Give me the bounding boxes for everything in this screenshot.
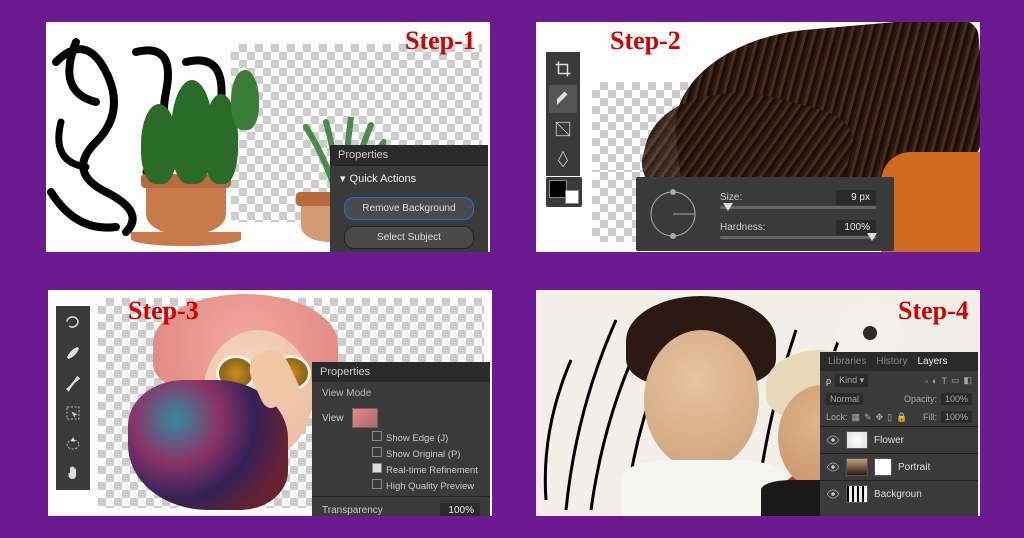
view-label: View: [322, 413, 344, 424]
visibility-icon[interactable]: [826, 433, 840, 447]
plant-saucer: [131, 232, 241, 246]
hardness-label: Hardness:: [720, 222, 766, 233]
layer-mask-thumb: [874, 458, 892, 476]
opacity-label: Opacity:: [904, 394, 937, 404]
quick-actions-section[interactable]: ▾Quick Actions: [330, 165, 488, 191]
filter-icon[interactable]: ▫: [925, 376, 928, 386]
object-select-icon[interactable]: [59, 399, 87, 427]
layers-panel: Libraries History Layers ρ Kind ▾ ▫ ◐ T …: [820, 352, 978, 516]
layer-row[interactable]: Flower: [820, 426, 978, 453]
hardness-slider[interactable]: [720, 236, 876, 239]
brush-tool-icon[interactable]: [549, 85, 577, 113]
filter-icon[interactable]: ▭: [951, 375, 960, 386]
step1-panel: Properties ▾Quick Actions Remove Backgro…: [46, 22, 490, 252]
lock-icon[interactable]: ▦: [852, 412, 861, 423]
view-thumbnail[interactable]: [352, 408, 378, 428]
refine-brush-icon[interactable]: [59, 339, 87, 367]
person1-face: [644, 330, 759, 470]
view-mode-section: View Mode: [312, 382, 490, 405]
hand-tool-icon[interactable]: [59, 459, 87, 487]
visibility-icon[interactable]: [826, 487, 840, 501]
lasso-tool-icon[interactable]: [59, 309, 87, 337]
filter-icon[interactable]: ◧: [963, 375, 972, 386]
layer-row[interactable]: Portrait: [820, 453, 978, 480]
layer-row[interactable]: Backgroun: [820, 480, 978, 507]
properties-panel: Properties View Mode View Show Edge (J) …: [312, 362, 490, 516]
size-label: Size:: [720, 192, 742, 203]
lock-icon[interactable]: ✥: [876, 412, 884, 423]
cactus-pad: [231, 70, 259, 130]
lock-icon[interactable]: ▯: [887, 412, 892, 423]
layer-thumb: [846, 458, 868, 476]
step2-label: Step-2: [610, 26, 681, 56]
layer-thumb: [846, 431, 868, 449]
realtime-checkbox[interactable]: Real-time Refinement: [372, 463, 480, 479]
opacity-value[interactable]: 100%: [941, 393, 972, 405]
properties-header: Properties: [312, 362, 490, 382]
blend-mode-select[interactable]: Normal: [826, 393, 863, 405]
lock-icon[interactable]: ✎: [864, 412, 872, 423]
step3-panel: Properties View Mode View Show Edge (J) …: [48, 290, 492, 516]
properties-panel: Properties ▾Quick Actions Remove Backgro…: [330, 145, 488, 252]
filter-icon[interactable]: ◐: [932, 376, 937, 386]
quick-actions-label: Quick Actions: [350, 173, 417, 185]
layer-thumb: [846, 485, 868, 503]
select-subject-button[interactable]: Select Subject: [344, 226, 474, 249]
layer-name: Portrait: [898, 462, 930, 473]
brush-tool-icon[interactable]: [59, 369, 87, 397]
fill-label: Fill:: [923, 412, 937, 422]
tab-history[interactable]: History: [876, 356, 907, 367]
show-edge-checkbox[interactable]: Show Edge (J): [372, 431, 480, 447]
transparency-label: Transparency: [322, 505, 383, 516]
gradient-tool-icon[interactable]: [549, 115, 577, 143]
crop-tool-icon[interactable]: [549, 55, 577, 83]
tab-layers[interactable]: Layers: [917, 356, 947, 367]
size-slider[interactable]: [720, 206, 876, 209]
brush-angle-widget[interactable]: [646, 187, 700, 241]
visibility-icon[interactable]: [826, 460, 840, 474]
step2-panel: Size: 9 px Hardness: 100%: [536, 22, 980, 252]
layer-name: Backgroun: [874, 489, 922, 500]
fill-value[interactable]: 100%: [941, 411, 972, 423]
lock-label: Lock:: [826, 412, 848, 422]
properties-header: Properties: [330, 145, 488, 165]
color-swatch[interactable]: [546, 177, 582, 207]
transparency-value[interactable]: 100%: [440, 503, 480, 516]
tab-libraries[interactable]: Libraries: [828, 356, 866, 367]
tool-column: [546, 52, 580, 176]
tool-column: [56, 306, 90, 490]
step1-label: Step-1: [405, 26, 476, 56]
step4-label: Step-4: [898, 296, 969, 326]
step3-label: Step-3: [128, 296, 199, 326]
layer-name: Flower: [874, 435, 904, 446]
lock-icon[interactable]: 🔒: [896, 412, 907, 423]
hq-preview-checkbox[interactable]: High Quality Preview: [372, 479, 480, 495]
filter-kind[interactable]: Kind ▾: [835, 374, 868, 387]
filter-icon[interactable]: T: [941, 376, 947, 386]
pen-tool-icon[interactable]: [549, 145, 577, 173]
plant-pot: [146, 184, 226, 234]
remove-background-button[interactable]: Remove Background: [344, 197, 474, 220]
show-original-checkbox[interactable]: Show Original (P): [372, 447, 480, 463]
shirt: [881, 152, 980, 252]
panel-tabs: Libraries History Layers: [820, 352, 978, 371]
quick-select-icon[interactable]: [59, 429, 87, 457]
brush-settings-panel: Size: 9 px Hardness: 100%: [636, 177, 894, 251]
